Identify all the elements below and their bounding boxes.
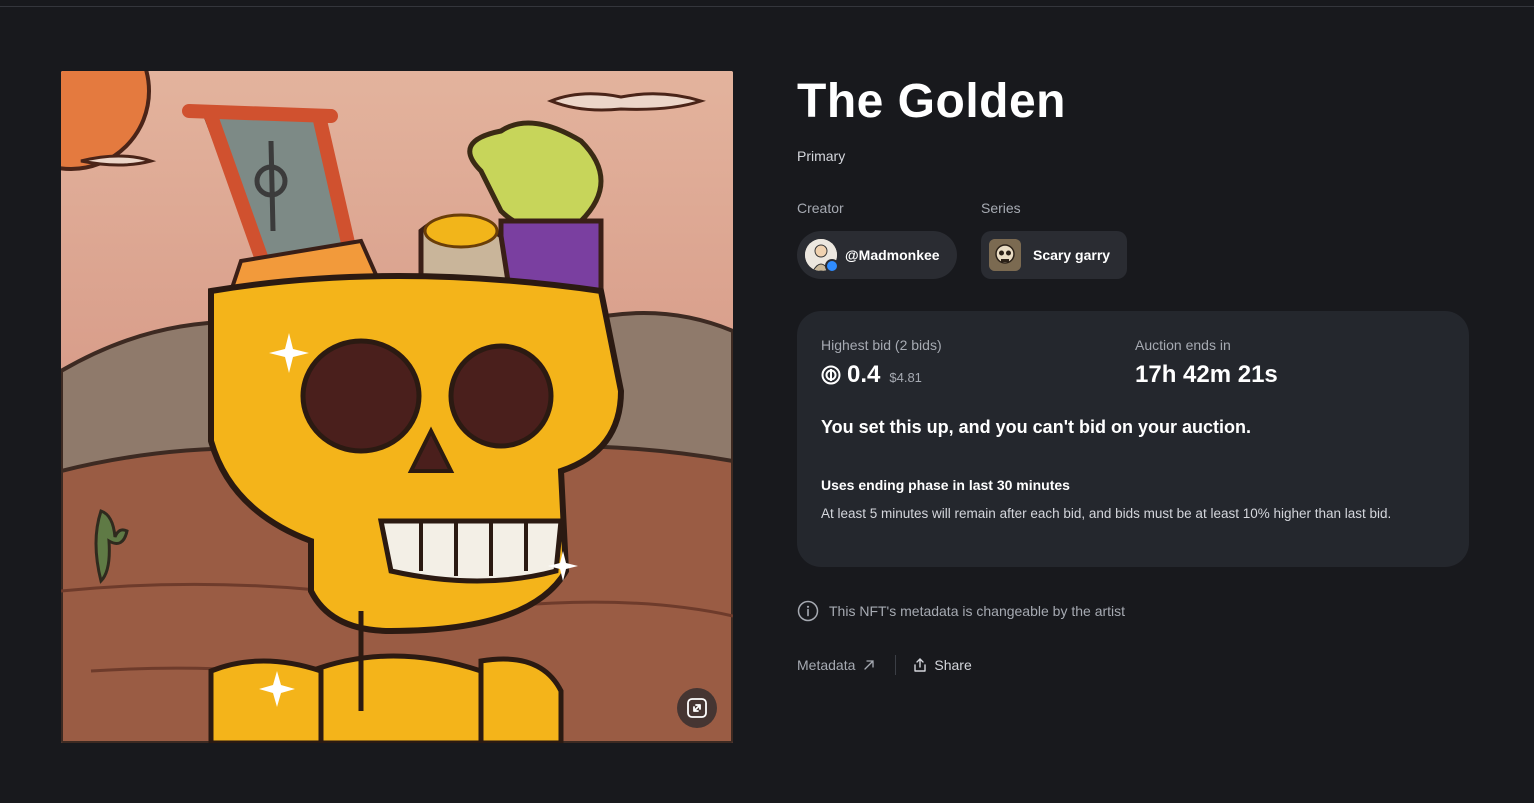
series-chip[interactable]: Scary garry <box>981 231 1127 279</box>
artwork-image <box>61 71 733 743</box>
auction-countdown: 17h 42m 21s <box>1135 361 1278 388</box>
info-icon <box>797 600 819 622</box>
nft-title: The Golden <box>797 75 1066 128</box>
own-auction-notice: You set this up, and you can't bid on yo… <box>821 417 1251 437</box>
metadata-note-text: This NFT's metadata is changeable by the… <box>829 603 1126 619</box>
share-button[interactable]: Share <box>912 657 972 673</box>
creator-chip[interactable]: @Madmonkee <box>797 231 957 279</box>
highest-bid-label: Highest bid (2 bids) <box>821 337 942 353</box>
ending-phase-description: At least 5 minutes will remain after eac… <box>821 506 1392 521</box>
creator-handle: @Madmonkee <box>845 247 940 263</box>
highest-bid: 0.4 $4.81 <box>821 361 922 389</box>
series-label: Series <box>981 200 1021 216</box>
highest-bid-value: 0.4 <box>847 361 881 388</box>
external-link-icon <box>864 660 875 670</box>
auction-panel: Highest bid (2 bids) Auction ends in 0.4… <box>797 311 1469 567</box>
share-label: Share <box>934 657 972 673</box>
auction-ends-label: Auction ends in <box>1135 337 1231 353</box>
metadata-changeable-note: This NFT's metadata is changeable by the… <box>797 600 1125 622</box>
expand-artwork-button[interactable] <box>677 688 717 728</box>
ending-phase-title: Uses ending phase in last 30 minutes <box>821 477 1070 493</box>
series-thumbnail <box>989 239 1021 271</box>
creator-label: Creator <box>797 200 844 216</box>
action-links: Metadata Share <box>797 654 972 676</box>
highest-bid-usd: $4.81 <box>889 369 922 385</box>
share-icon <box>914 658 927 672</box>
expand-icon <box>687 698 707 718</box>
sale-type-label: Primary <box>797 148 846 164</box>
metadata-link[interactable]: Metadata <box>797 657 875 673</box>
tezos-icon <box>821 365 841 385</box>
links-divider <box>895 655 897 675</box>
twitter-verified-icon <box>825 259 839 273</box>
nft-artwork[interactable] <box>61 71 733 743</box>
series-name: Scary garry <box>1033 247 1111 263</box>
top-divider <box>0 6 1534 7</box>
metadata-link-label: Metadata <box>797 657 856 673</box>
